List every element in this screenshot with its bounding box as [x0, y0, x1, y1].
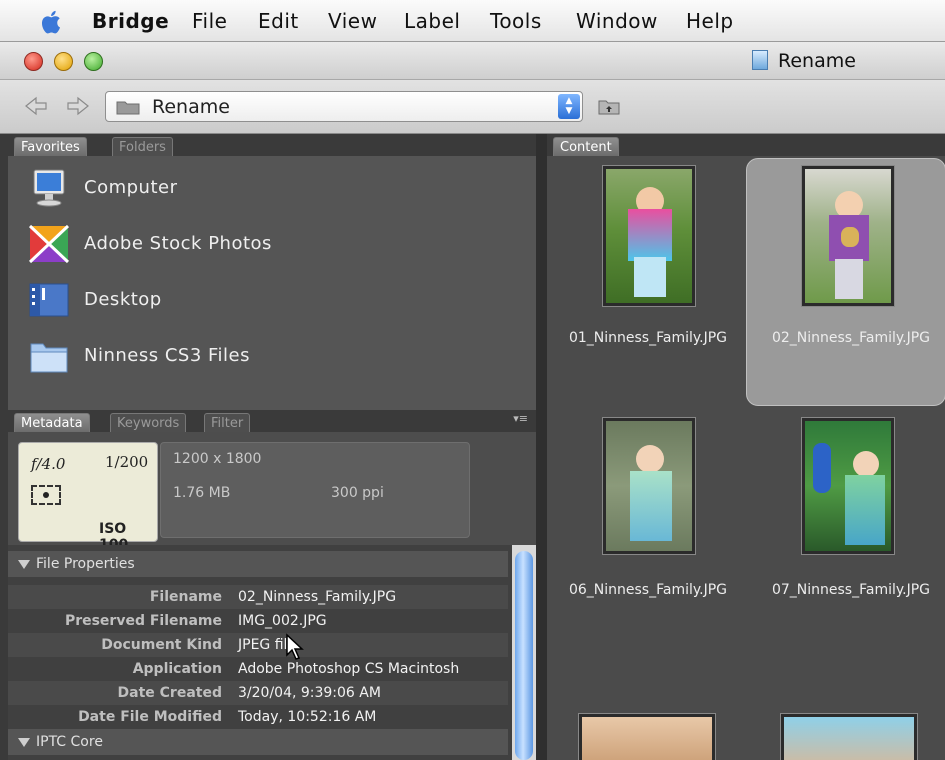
metering-mode-icon: [31, 485, 61, 505]
close-window-button[interactable]: [24, 52, 43, 71]
image-resolution: 300 ppi: [331, 485, 384, 501]
property-value[interactable]: Adobe Photoshop CS Macintosh: [238, 657, 459, 681]
thumbnail-02[interactable]: 02_Ninness_Family.JPG: [746, 158, 945, 406]
favorite-label: Computer: [84, 177, 178, 198]
file-properties-header[interactable]: File Properties: [8, 551, 508, 577]
tab-filter[interactable]: Filter: [204, 413, 251, 432]
shutter-speed-value: 1/200: [105, 453, 149, 471]
panel-divider[interactable]: [536, 134, 547, 760]
adobe-stock-photos-icon: [28, 224, 70, 264]
photo-thumbnail: [802, 166, 894, 306]
property-row: Document Kind JPEG file: [8, 633, 508, 657]
property-key: Date Created: [117, 685, 222, 701]
favorite-label: Desktop: [84, 289, 162, 310]
mouse-pointer-icon: [286, 633, 304, 660]
path-dropdown-stepper[interactable]: ▲ ▼: [558, 94, 580, 119]
disclosure-triangle-icon: [18, 559, 30, 569]
favorite-desktop[interactable]: Desktop: [8, 274, 528, 326]
thumbnail-filename: 01_Ninness_Family.JPG: [568, 330, 728, 346]
partial-thumbnail[interactable]: [781, 714, 917, 760]
path-label: Rename: [152, 96, 230, 118]
window-title: Rename: [778, 50, 856, 72]
tab-metadata[interactable]: Metadata: [14, 413, 90, 432]
property-row: Date Created 3/20/04, 9:39:06 AM: [8, 681, 508, 705]
thumbnail-07[interactable]: 07_Ninness_Family.JPG: [754, 416, 945, 656]
thumbnail-filename: 02_Ninness_Family.JPG: [771, 330, 931, 346]
property-row: Application Adobe Photoshop CS Macintosh: [8, 657, 508, 681]
file-info-box: 1200 x 1800 1.76 MB 300 ppi: [160, 442, 470, 538]
section-title: File Properties: [36, 556, 135, 572]
menu-tools[interactable]: Tools: [490, 9, 542, 33]
aperture-value: f/4.0: [31, 455, 66, 473]
menu-file[interactable]: File: [192, 9, 227, 33]
disclosure-triangle-icon: [18, 737, 30, 747]
metadata-tabstrip: Metadata Keywords Filter ▾≡: [8, 410, 536, 432]
tab-favorites[interactable]: Favorites: [14, 137, 87, 156]
property-value[interactable]: IMG_002.JPG: [238, 609, 327, 633]
thumbnail-01[interactable]: 01_Ninness_Family.JPG: [551, 164, 745, 404]
photo-thumbnail: [603, 166, 695, 306]
menu-window[interactable]: Window: [576, 9, 658, 33]
property-value[interactable]: Today, 10:52:16 AM: [238, 705, 376, 729]
tab-content[interactable]: Content: [553, 137, 619, 156]
favorites-tabstrip: Favorites Folders: [8, 134, 536, 156]
content-tabstrip: Content: [547, 134, 945, 156]
favorite-label: Adobe Stock Photos: [84, 233, 272, 254]
photo-thumbnail: [802, 418, 894, 554]
file-size: 1.76 MB: [173, 485, 231, 501]
tab-keywords[interactable]: Keywords: [110, 413, 187, 432]
metadata-panel: Metadata Keywords Filter ▾≡ f/4.0 1/200 …: [8, 410, 536, 553]
menu-view[interactable]: View: [328, 9, 377, 33]
property-key: Preserved Filename: [64, 613, 222, 629]
image-dimensions: 1200 x 1800: [173, 451, 262, 467]
thumbnail-06[interactable]: 06_Ninness_Family.JPG: [551, 416, 745, 656]
folder-icon: [30, 343, 68, 373]
document-icon: [752, 50, 768, 70]
property-value[interactable]: 3/20/04, 9:39:06 AM: [238, 681, 381, 705]
property-row: Preserved Filename IMG_002.JPG: [8, 609, 508, 633]
apple-logo-icon[interactable]: [38, 8, 66, 36]
photo-thumbnail: [603, 418, 695, 554]
content-panel: Content 01_Ninness_Family.JPG 02_Ninness…: [547, 134, 945, 760]
property-key: Filename: [149, 589, 222, 605]
path-selector[interactable]: Rename ▲ ▼: [105, 91, 583, 122]
property-key: Date File Modified: [78, 709, 222, 725]
thumbnail-filename: 06_Ninness_Family.JPG: [568, 582, 728, 598]
property-key: Application: [132, 661, 222, 677]
camera-data-box: f/4.0 1/200 ISO 100: [18, 442, 158, 553]
up-folder-icon[interactable]: [598, 97, 620, 115]
panel-menu-icon[interactable]: ▾≡: [513, 412, 528, 425]
tab-folders[interactable]: Folders: [112, 137, 173, 156]
property-key: Document Kind: [101, 637, 222, 653]
menu-help[interactable]: Help: [686, 9, 734, 33]
forward-arrow-icon[interactable]: [66, 96, 90, 116]
metadata-scrollbar[interactable]: [512, 545, 536, 760]
menu-label[interactable]: Label: [404, 9, 460, 33]
section-title: IPTC Core: [36, 734, 103, 750]
toolbar: Rename ▲ ▼: [0, 80, 945, 134]
computer-icon: [33, 169, 65, 207]
favorite-adobe-stock-photos[interactable]: Adobe Stock Photos: [8, 218, 528, 270]
file-properties-panel: File Properties Filename 02_Ninness_Fami…: [8, 545, 536, 760]
minimize-window-button[interactable]: [54, 52, 73, 71]
menu-bar: Bridge File Edit View Label Tools Window…: [0, 0, 945, 42]
window-title-bar: Rename: [0, 42, 945, 80]
menu-edit[interactable]: Edit: [258, 9, 299, 33]
property-row: Filename 02_Ninness_Family.JPG: [8, 585, 508, 609]
iptc-core-header[interactable]: IPTC Core: [8, 729, 508, 755]
favorite-label: Ninness CS3 Files: [84, 345, 250, 366]
zoom-window-button[interactable]: [84, 52, 103, 71]
thumbnail-filename: 07_Ninness_Family.JPG: [771, 582, 931, 598]
partial-thumbnail[interactable]: [579, 714, 715, 760]
back-arrow-icon[interactable]: [24, 96, 48, 116]
property-row: Date File Modified Today, 10:52:16 AM: [8, 705, 508, 729]
favorite-computer[interactable]: Computer: [8, 162, 528, 214]
folder-icon: [116, 101, 140, 115]
favorite-ninness-cs3-files[interactable]: Ninness CS3 Files: [8, 330, 528, 382]
favorites-panel: Favorites Folders Computer Adobe Stock P…: [8, 134, 536, 410]
scroll-thumb[interactable]: [515, 551, 533, 760]
property-value[interactable]: 02_Ninness_Family.JPG: [238, 585, 396, 609]
menu-bridge[interactable]: Bridge: [92, 9, 169, 33]
desktop-icon: [29, 283, 69, 317]
